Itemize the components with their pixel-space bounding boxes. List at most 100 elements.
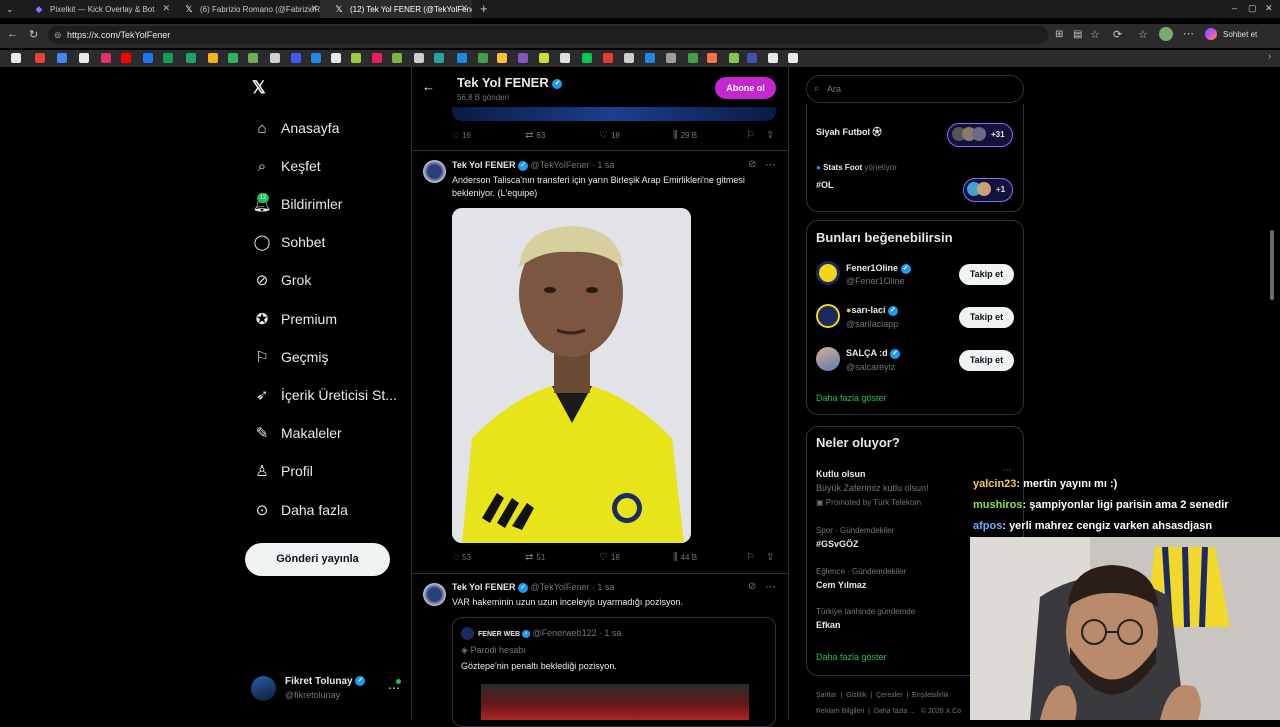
footer-link[interactable]: Çerezler bbox=[876, 692, 902, 699]
bookmark-favicon-icon[interactable] bbox=[788, 53, 798, 63]
extensions-icon[interactable]: ⟳ bbox=[1113, 28, 1122, 41]
post-author[interactable]: Tek Yol FENER bbox=[452, 160, 516, 170]
bookmark-favicon-icon[interactable] bbox=[707, 53, 717, 63]
like-button[interactable]: ♡ 18 bbox=[599, 552, 620, 563]
bookmark-favicon-icon[interactable] bbox=[143, 53, 153, 63]
sidebar-item-grok[interactable]: ⊘ Grok bbox=[252, 268, 312, 292]
chat-button[interactable]: Sohbet et bbox=[1223, 30, 1257, 39]
bookmark-favicon-icon[interactable] bbox=[208, 53, 218, 63]
show-more-link[interactable]: Daha fazla göster bbox=[816, 393, 887, 403]
x-logo-icon[interactable]: 𝕏 bbox=[252, 78, 266, 98]
bookmark-favicon-icon[interactable] bbox=[434, 53, 444, 63]
bookmark-favicon-icon[interactable] bbox=[101, 53, 111, 63]
bookmark-favicon-icon[interactable] bbox=[666, 53, 676, 63]
bookmark-favicon-icon[interactable] bbox=[291, 53, 301, 63]
trend-more-icon[interactable]: ⋯ bbox=[1002, 465, 1012, 476]
like-button[interactable]: ♡ 18 bbox=[599, 130, 620, 141]
sidebar-item-explore[interactable]: ⌕ Keşfet bbox=[252, 154, 321, 178]
bookmark-favicon-icon[interactable] bbox=[228, 53, 238, 63]
bookmark-favicon-icon[interactable] bbox=[248, 53, 258, 63]
sidebar-item-chat[interactable]: ◯ Sohbet bbox=[252, 230, 326, 254]
bookmark-favicon-icon[interactable] bbox=[186, 53, 196, 63]
follow-avatar[interactable] bbox=[816, 261, 840, 285]
grok-explain-icon[interactable]: ⊘ bbox=[748, 159, 756, 170]
post-handle[interactable]: @TekYolFener bbox=[531, 160, 590, 170]
url-field[interactable]: https://x.com/TekYolFener bbox=[48, 26, 1048, 44]
more-icon[interactable]: ⋯ bbox=[1183, 27, 1194, 40]
bookmark-favicon-icon[interactable] bbox=[478, 53, 488, 63]
post-more-icon[interactable]: ⋯ bbox=[765, 580, 776, 593]
sidebar-item-profile[interactable]: ♙ Profil bbox=[252, 459, 313, 483]
bookmark-favicon-icon[interactable] bbox=[582, 53, 592, 63]
footer-link[interactable]: Gizlilik bbox=[846, 692, 866, 699]
post-time[interactable]: · 1 sa bbox=[592, 160, 615, 170]
bookmark-favicon-icon[interactable] bbox=[457, 53, 467, 63]
maximize-icon[interactable]: ▢ bbox=[1248, 3, 1257, 14]
repost-button[interactable]: ⇄ 51 bbox=[525, 552, 545, 563]
sidebar-item-articles[interactable]: ✎ Makaleler bbox=[252, 421, 342, 445]
tab-fabrizio[interactable]: 𝕏 (6) Fabrizio Romano (@FabrizioRo ✕ bbox=[170, 0, 322, 18]
apps-icon[interactable]: ⊞ bbox=[1055, 29, 1063, 40]
bookmark-favicon-icon[interactable] bbox=[121, 53, 131, 63]
minimize-icon[interactable]: – bbox=[1232, 3, 1237, 13]
reload-icon[interactable]: ↻ bbox=[29, 28, 38, 41]
avatar[interactable] bbox=[1159, 27, 1173, 41]
follow-button[interactable]: Takip et bbox=[959, 307, 1014, 328]
tab-tekyolfener[interactable]: 𝕏 (12) Tek Yol FENER (@TekYolFener ✕ bbox=[320, 0, 472, 18]
account-avatar[interactable] bbox=[251, 676, 276, 701]
sidebar-item-creator-studio[interactable]: ➶ İçerik Üreticisi St... bbox=[252, 383, 397, 407]
community-name[interactable]: #OL bbox=[816, 180, 834, 190]
bookmark-favicon-icon[interactable] bbox=[331, 53, 341, 63]
bookmark-button[interactable]: ⚐ bbox=[746, 130, 758, 141]
bookmark-favicon-icon[interactable] bbox=[372, 53, 382, 63]
bookmark-favicon-icon[interactable] bbox=[11, 53, 21, 63]
account-name[interactable]: Fikret Tolunay ✓ bbox=[285, 676, 366, 687]
trend-title[interactable]: Kutlu olsun bbox=[816, 469, 866, 479]
subscribe-button[interactable]: Abone ol bbox=[715, 77, 776, 99]
close-window-icon[interactable]: ✕ bbox=[1265, 3, 1273, 14]
bookmark-favicon-icon[interactable] bbox=[518, 53, 528, 63]
sidebar-item-more[interactable]: ⊙ Daha fazla bbox=[252, 498, 348, 522]
tab-pixelkit[interactable]: ◆ Pixelkit — Kick Overlay & Bot ✕ bbox=[20, 0, 174, 18]
post-avatar[interactable] bbox=[423, 160, 446, 183]
bookmark-favicon-icon[interactable] bbox=[57, 53, 67, 63]
post-more-icon[interactable]: ⋯ bbox=[765, 158, 776, 171]
trend-title[interactable]: Cem Yılmaz bbox=[816, 580, 866, 590]
views-button[interactable]: ⫼ 44 B bbox=[673, 552, 697, 563]
copilot-icon[interactable] bbox=[1205, 28, 1217, 40]
follow-button[interactable]: Takip et bbox=[959, 350, 1014, 371]
footer-link[interactable]: Şartlar bbox=[816, 692, 837, 699]
sidebar-item-premium[interactable]: ✪ Premium bbox=[252, 307, 337, 331]
bookmark-favicon-icon[interactable] bbox=[768, 53, 778, 63]
show-more-link[interactable]: Daha fazla göster bbox=[816, 652, 887, 662]
bookmark-favicon-icon[interactable] bbox=[79, 53, 89, 63]
grok-explain-icon[interactable]: ⊘ bbox=[748, 581, 756, 592]
footer-link[interactable]: Reklam Bilgileri bbox=[816, 708, 864, 715]
follow-name[interactable]: SALÇA :d ✓ bbox=[846, 348, 901, 359]
bookmark-favicon-icon[interactable] bbox=[392, 53, 402, 63]
bookmark-favicon-icon[interactable] bbox=[747, 53, 757, 63]
site-info-icon[interactable]: ⊜ bbox=[54, 30, 62, 41]
repost-button[interactable]: ⇄ 63 bbox=[525, 130, 545, 141]
follow-avatar[interactable] bbox=[816, 347, 840, 371]
bookmark-favicon-icon[interactable] bbox=[688, 53, 698, 63]
post-avatar[interactable] bbox=[423, 583, 446, 606]
back-arrow-icon[interactable]: ← bbox=[422, 79, 435, 94]
reader-icon[interactable]: ▤ bbox=[1073, 29, 1082, 40]
sidebar-item-home[interactable]: ⌂ Anasayfa bbox=[252, 116, 339, 140]
bookmark-favicon-icon[interactable] bbox=[624, 53, 634, 63]
star-icon[interactable]: ☆ bbox=[1090, 28, 1100, 41]
bookmark-favicon-icon[interactable] bbox=[729, 53, 739, 63]
bookmark-favicon-icon[interactable] bbox=[560, 53, 570, 63]
favorites-icon[interactable]: ☆ bbox=[1138, 28, 1148, 41]
post-time[interactable]: · 1 sa bbox=[592, 582, 615, 592]
bookmark-favicon-icon[interactable] bbox=[497, 53, 507, 63]
reply-button[interactable]: ◌ 53 bbox=[453, 552, 471, 563]
reply-button[interactable]: ◌ 16 bbox=[453, 130, 471, 141]
trend-title[interactable]: Efkan bbox=[816, 620, 841, 630]
close-icon[interactable]: ✕ bbox=[310, 3, 318, 14]
bookmark-favicon-icon[interactable] bbox=[539, 53, 549, 63]
community-name[interactable]: Siyah Futbol ⚽︎ bbox=[816, 125, 882, 138]
bookmark-favicon-icon[interactable] bbox=[645, 53, 655, 63]
bookmark-favicon-icon[interactable] bbox=[351, 53, 361, 63]
